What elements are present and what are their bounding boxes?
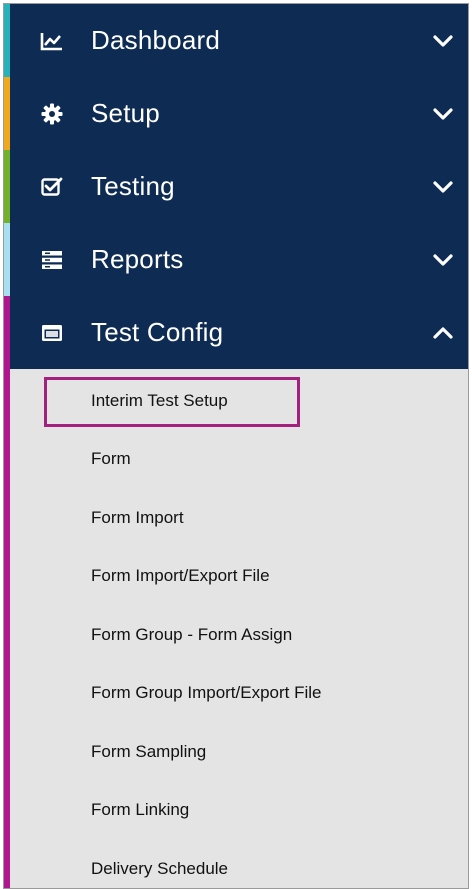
line-chart-icon xyxy=(40,30,64,52)
submenu-item-form-group-import-export-file[interactable]: Form Group Import/Export File xyxy=(91,683,322,703)
chevron-up-icon xyxy=(433,326,453,339)
list-icon xyxy=(40,249,64,271)
nav-item-dashboard[interactable]: Dashboard xyxy=(4,4,468,77)
gear-icon xyxy=(40,103,64,125)
checkbox-icon xyxy=(40,176,64,198)
nav-item-test-config[interactable]: Test Config xyxy=(4,296,468,369)
submenu-item-form-group-form-assign[interactable]: Form Group - Form Assign xyxy=(91,625,292,645)
window-icon xyxy=(40,322,64,344)
nav-item-label: Test Config xyxy=(91,316,224,347)
submenu-item-form-import[interactable]: Form Import xyxy=(91,508,184,528)
chevron-down-icon xyxy=(433,180,453,193)
submenu-item-form-linking[interactable]: Form Linking xyxy=(91,800,189,820)
submenu-item-form-sampling[interactable]: Form Sampling xyxy=(91,742,206,762)
submenu-item-delivery-schedule[interactable]: Delivery Schedule xyxy=(91,859,228,879)
accent-bar xyxy=(4,296,10,369)
accent-bar xyxy=(4,4,10,77)
chevron-down-icon xyxy=(433,107,453,120)
nav-item-setup[interactable]: Setup xyxy=(4,77,468,150)
nav-item-label: Setup xyxy=(91,97,160,128)
test-config-submenu: Interim Test Setup Form Form Import Form… xyxy=(4,369,468,888)
nav-item-testing[interactable]: Testing xyxy=(4,150,468,223)
sidebar-menu: Dashboard Setup Testing Reports Test Con… xyxy=(3,3,469,889)
accent-bar xyxy=(4,77,10,150)
chevron-down-icon xyxy=(433,34,453,47)
submenu-item-form[interactable]: Form xyxy=(91,449,131,469)
chevron-down-icon xyxy=(433,253,453,266)
submenu-item-form-import-export-file[interactable]: Form Import/Export File xyxy=(91,566,270,586)
submenu-item-interim-test-setup[interactable]: Interim Test Setup xyxy=(91,391,228,411)
nav-item-label: Testing xyxy=(91,170,175,201)
accent-bar xyxy=(4,223,10,296)
nav-item-reports[interactable]: Reports xyxy=(4,223,468,296)
accent-bar xyxy=(4,369,10,888)
accent-bar xyxy=(4,150,10,223)
nav-item-label: Dashboard xyxy=(91,24,220,55)
nav-item-label: Reports xyxy=(91,243,184,274)
